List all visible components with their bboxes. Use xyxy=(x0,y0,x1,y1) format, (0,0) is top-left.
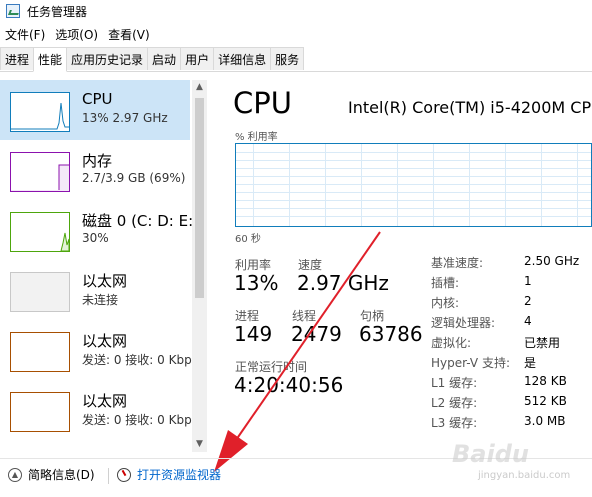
sidebar-item-title: 以太网 xyxy=(82,332,128,350)
scroll-up-icon[interactable]: ▲ xyxy=(192,80,207,95)
processes-value: 149 xyxy=(234,322,273,346)
menu-options[interactable]: 选项(O) xyxy=(50,26,103,43)
sidebar-item-ethernet-1[interactable]: 以太网 未连接 xyxy=(0,260,192,320)
spec-value-hyperv: 是 xyxy=(524,356,537,370)
spec-label-sockets: 插槽: xyxy=(431,276,460,290)
scroll-down-icon[interactable]: ▼ xyxy=(192,437,207,452)
spec-value-cores: 2 xyxy=(524,294,532,308)
baidu-watermark: Baidu xyxy=(452,440,529,468)
uptime-value: 4:20:40:56 xyxy=(234,373,344,397)
sidebar-item-title: 以太网 xyxy=(82,392,128,410)
task-manager-icon xyxy=(6,4,20,18)
chevron-up-icon: ▲ xyxy=(8,467,22,482)
sidebar-item-sub: 2.7/3.9 GB (69%) xyxy=(82,171,186,185)
sidebar-item-ethernet-2[interactable]: 以太网 发送: 0 接收: 0 Kbp xyxy=(0,320,192,380)
open-resource-monitor-link[interactable]: 打开资源监视器 xyxy=(117,466,221,483)
cpu-utilization-graph xyxy=(235,143,592,227)
memory-thumbnail-graph xyxy=(10,152,70,192)
footer-divider xyxy=(108,468,109,484)
sidebar-item-title: 内存 xyxy=(82,152,113,170)
cpu-thumbnail-line xyxy=(11,102,69,130)
spec-label-virtualization: 虚拟化: xyxy=(431,336,472,350)
speed-value: 2.97 GHz xyxy=(297,271,389,295)
ethernet-thumbnail-graph xyxy=(10,392,70,432)
spec-label-hyperv: Hyper-V 支持: xyxy=(431,356,510,370)
spec-value-virtualization: 已禁用 xyxy=(524,336,561,350)
spec-label-l2: L2 缓存: xyxy=(431,396,478,410)
sidebar-item-cpu[interactable]: CPU 13% 2.97 GHz xyxy=(0,80,190,140)
tab-users[interactable]: 用户 xyxy=(180,47,215,70)
ethernet-thumbnail-graph xyxy=(10,272,70,312)
resource-monitor-label: 打开资源监视器 xyxy=(137,468,222,482)
brief-info-label: 简略信息(D) xyxy=(28,468,95,482)
menu-view[interactable]: 查看(V) xyxy=(103,26,155,43)
resource-monitor-icon xyxy=(117,467,131,482)
utilization-value: 13% xyxy=(234,271,279,295)
sidebar-item-sub: 30% xyxy=(82,231,109,245)
sidebar-scrollbar[interactable]: ▲ ▼ xyxy=(192,80,207,452)
cpu-model: Intel(R) Core(TM) i5-4200M CPU xyxy=(348,98,592,117)
menu-bar: 文件(F) 选项(O) 查看(V) xyxy=(0,24,155,44)
sidebar-item-ethernet-3[interactable]: 以太网 发送: 0 接收: 0 Kbp xyxy=(0,380,192,440)
disk-thumbnail-graph xyxy=(10,212,70,252)
tab-startup[interactable]: 启动 xyxy=(147,47,182,70)
sidebar-item-sub: 发送: 0 接收: 0 Kbp xyxy=(82,353,192,367)
graph-time-label: 60 秒 xyxy=(235,234,261,245)
spec-value-l3: 3.0 MB xyxy=(524,414,566,428)
sidebar-item-title: 以太网 xyxy=(82,272,128,290)
scroll-thumb[interactable] xyxy=(195,98,204,298)
spec-value-sockets: 1 xyxy=(524,274,532,288)
memory-thumbnail-fill xyxy=(11,164,69,191)
sidebar-item-title: 磁盘 0 (C: D: E: xyxy=(82,212,192,230)
spec-label-base-speed: 基准速度: xyxy=(431,256,484,270)
spec-label-logical: 逻辑处理器: xyxy=(431,316,496,330)
brief-info-button[interactable]: ▲ 简略信息(D) xyxy=(8,466,95,483)
spec-label-cores: 内核: xyxy=(431,296,460,310)
tab-app-history[interactable]: 应用历史记录 xyxy=(66,47,149,70)
page-title: CPU xyxy=(233,86,292,120)
menu-file[interactable]: 文件(F) xyxy=(0,26,50,43)
cpu-thumbnail-graph xyxy=(10,92,70,132)
cpu-graph-grid xyxy=(236,144,591,226)
tab-services[interactable]: 服务 xyxy=(270,47,305,70)
threads-value: 2479 xyxy=(291,322,342,346)
spec-value-l2: 512 KB xyxy=(524,394,567,408)
sidebar-item-disk[interactable]: 磁盘 0 (C: D: E: 30% xyxy=(0,200,192,260)
resource-sidebar: CPU 13% 2.97 GHz 内存 2.7/3.9 GB (69%) 磁盘 … xyxy=(0,80,192,452)
sidebar-item-memory[interactable]: 内存 2.7/3.9 GB (69%) xyxy=(0,140,192,200)
ethernet-thumbnail-graph xyxy=(10,332,70,372)
tab-bar: 进程 性能 应用历史记录 启动 用户 详细信息 服务 xyxy=(0,47,592,72)
sidebar-item-sub: 未连接 xyxy=(82,293,119,307)
window-title: 任务管理器 xyxy=(27,4,88,19)
spec-label-l3: L3 缓存: xyxy=(431,416,478,430)
spec-value-base-speed: 2.50 GHz xyxy=(524,254,580,268)
disk-thumbnail-line xyxy=(60,232,70,252)
tab-processes[interactable]: 进程 xyxy=(0,47,35,70)
graph-top-label: % 利用率 xyxy=(235,132,278,143)
handles-value: 63786 xyxy=(359,322,423,346)
spec-value-logical: 4 xyxy=(524,314,532,328)
sidebar-item-sub: 发送: 0 接收: 0 Kbp xyxy=(82,413,192,427)
sidebar-item-title: CPU xyxy=(82,90,113,108)
tab-details[interactable]: 详细信息 xyxy=(213,47,272,70)
tab-performance[interactable]: 性能 xyxy=(33,47,68,72)
spec-value-l1: 128 KB xyxy=(524,374,567,388)
sidebar-item-sub: 13% 2.97 GHz xyxy=(82,111,168,125)
spec-label-l1: L1 缓存: xyxy=(431,376,478,390)
title-bar: 任务管理器 xyxy=(0,0,592,22)
baidu-watermark-site: jingyan.baidu.com xyxy=(478,470,571,481)
